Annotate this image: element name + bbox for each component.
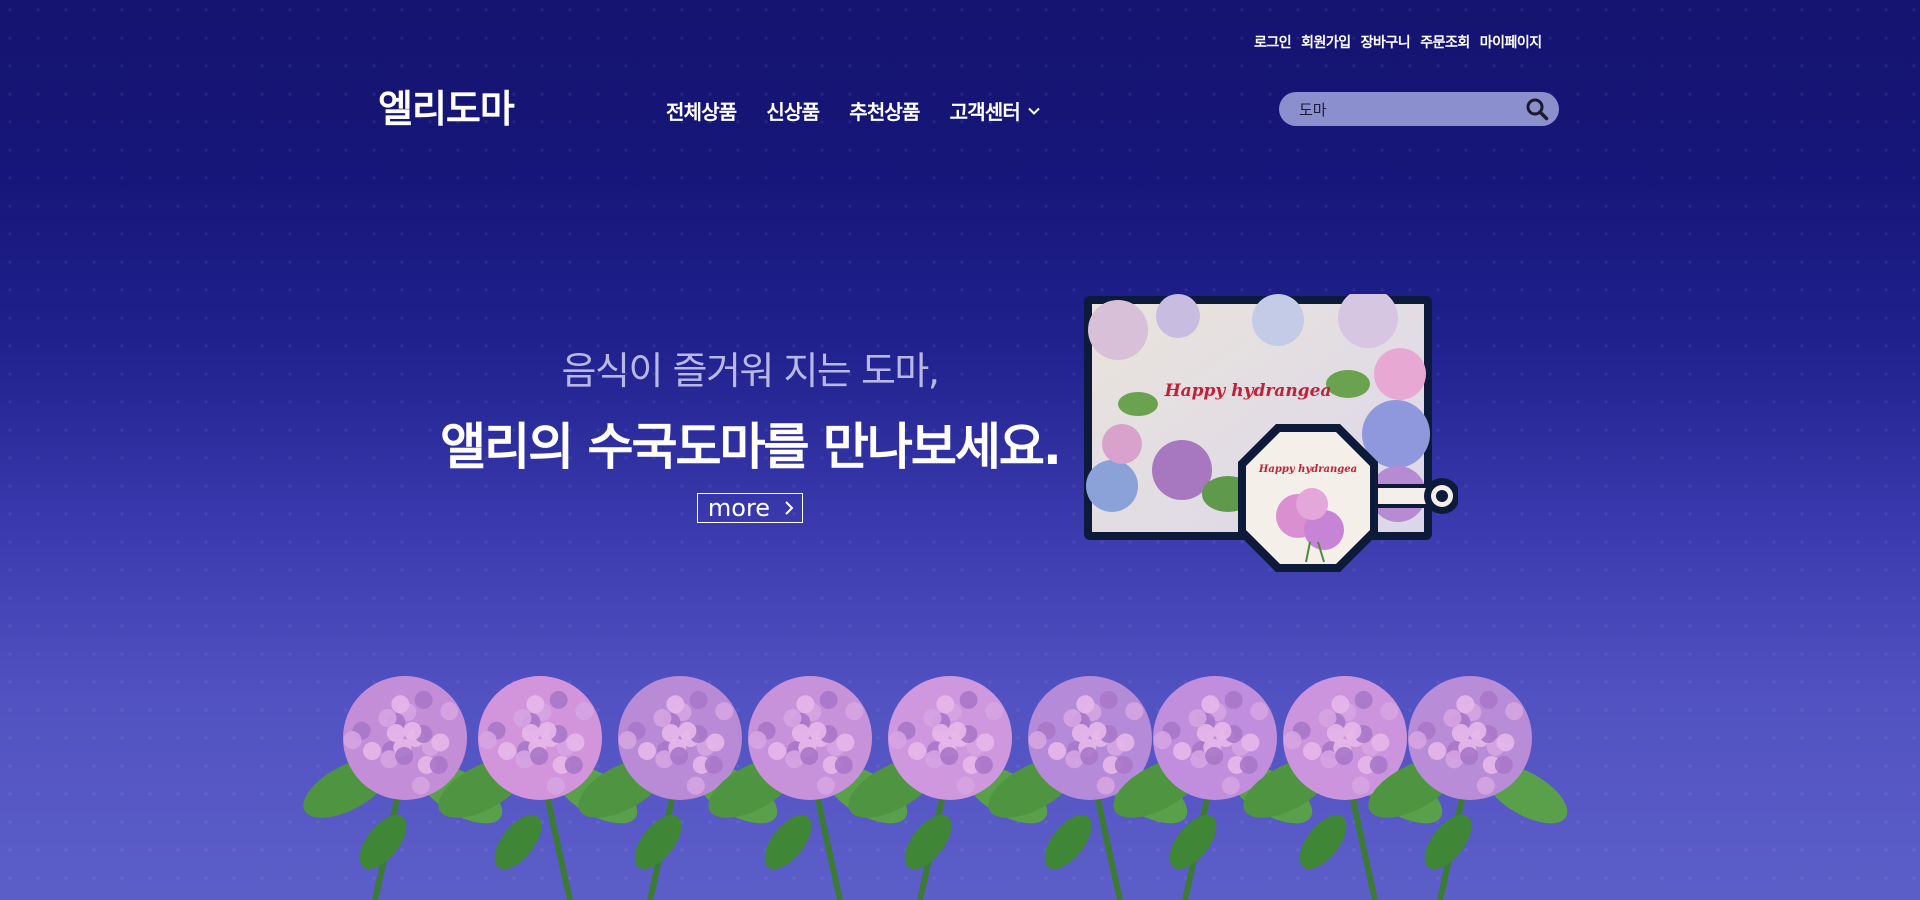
signup-link[interactable]: 회원가입 — [1301, 32, 1351, 52]
nav-item-customer-center[interactable]: 고객센터 — [950, 96, 1040, 125]
cutting-board-product-image: Happy hydrangea Happy hydrangea — [1084, 294, 1458, 572]
hero-title: 앨리의 수국도마를 만나보세요. — [440, 418, 1062, 476]
search-icon[interactable] — [1525, 97, 1549, 121]
more-button[interactable]: more — [696, 493, 804, 523]
nav-item-label: 추천상품 — [849, 100, 920, 124]
more-button-label: more — [707, 494, 771, 522]
nav-item-new-products[interactable]: 신상품 — [766, 96, 820, 125]
nav-item-label: 전체상품 — [666, 100, 737, 124]
mypage-link[interactable]: 마이페이지 — [1480, 32, 1542, 52]
hydrangea-row-illustration — [303, 676, 1568, 900]
chevron-right-icon — [784, 494, 794, 522]
nav-item-all-products[interactable]: 전체상품 — [666, 96, 737, 125]
nav-item-label: 고객센터 — [949, 100, 1021, 124]
board-label: Happy hydrangea — [1164, 381, 1332, 401]
cart-link[interactable]: 장바구니 — [1361, 32, 1411, 52]
search-input[interactable] — [1297, 99, 1525, 119]
octagon-board-label: Happy hydrangea — [1258, 464, 1357, 475]
nav-item-label: 신상품 — [766, 100, 820, 124]
utility-links: 로그인 회원가입 장바구니 주문조회 마이페이지 — [1254, 32, 1542, 52]
site-logo[interactable]: 엘리도마 — [378, 78, 515, 133]
chevron-down-icon — [1028, 107, 1040, 115]
order-lookup-link[interactable]: 주문조회 — [1420, 32, 1470, 52]
hero-section: 음식이 즐거워 지는 도마, 앨리의 수국도마를 만나보세요. more — [420, 340, 1080, 523]
main-nav: 전체상품 신상품 추천상품 고객센터 — [666, 96, 1040, 125]
hero-subtitle: 음식이 즐거워 지는 도마, — [561, 349, 940, 393]
nav-item-recommended[interactable]: 추천상품 — [849, 96, 920, 125]
search-bar — [1279, 92, 1559, 126]
login-link[interactable]: 로그인 — [1254, 32, 1292, 52]
